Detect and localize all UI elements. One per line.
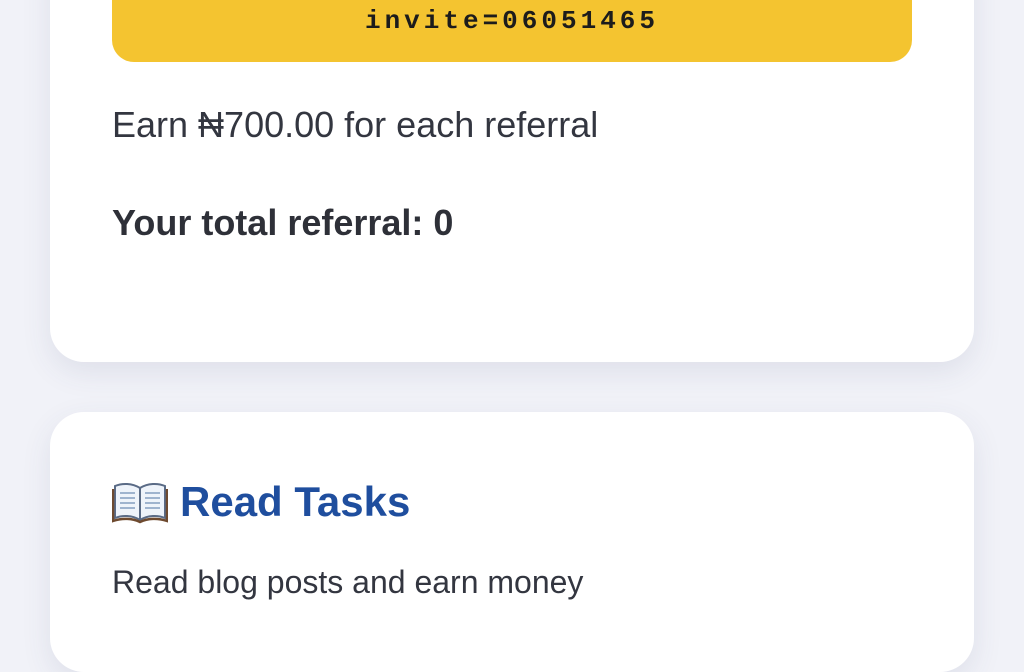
read-tasks-title: Read Tasks — [180, 478, 411, 525]
invite-link-banner[interactable]: invite=06051465 — [112, 0, 912, 62]
open-book-icon — [111, 480, 169, 524]
read-tasks-card[interactable]: Read Tasks Read blog posts and earn mone… — [50, 412, 974, 672]
invite-code-text[interactable]: invite=06051465 — [112, 6, 912, 36]
referral-earnings-text: Earn ₦700.00 for each referral — [112, 104, 599, 145]
referral-card: invite=06051465 Earn ₦700.00 for each re… — [50, 0, 974, 362]
read-tasks-description: Read blog posts and earn money — [112, 564, 584, 600]
total-referrals-text: Your total referral: 0 — [112, 202, 454, 243]
read-tasks-heading[interactable]: Read Tasks — [111, 478, 411, 526]
